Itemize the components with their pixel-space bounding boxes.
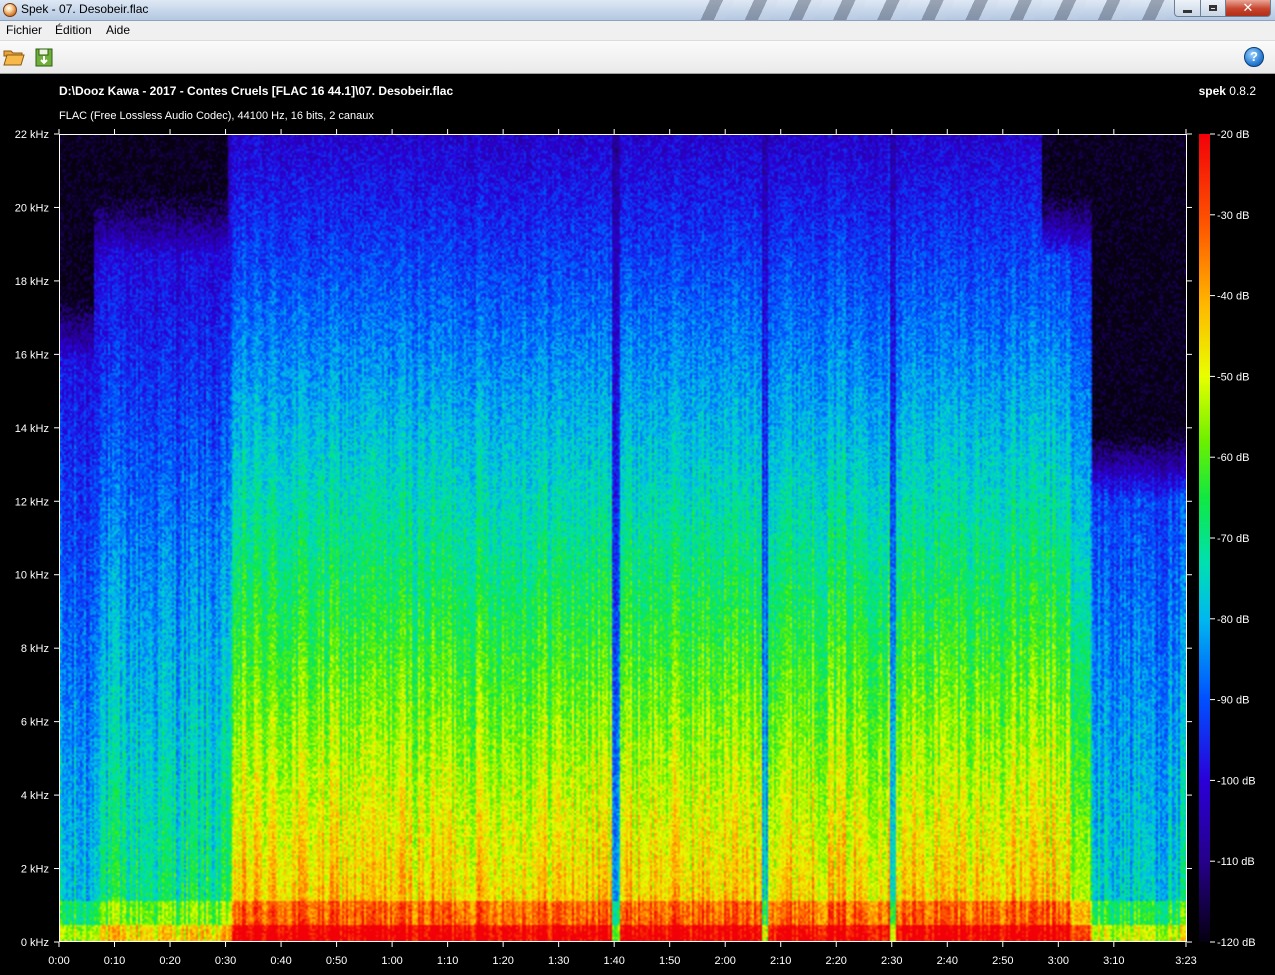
spectrogram-heatmap	[60, 135, 1186, 941]
spek-app-icon[interactable]	[3, 3, 17, 17]
save-image-icon	[35, 48, 53, 67]
title-bar-decoration	[690, 0, 1170, 20]
window-title: Spek - 07. Desobeir.flac	[21, 2, 149, 16]
help-button[interactable]: ?	[1244, 47, 1264, 67]
menu-bar: Fichier Édition Aide	[0, 21, 1275, 41]
codec-info-label: FLAC (Free Lossless Audio Codec), 44100 …	[59, 110, 374, 122]
help-icon: ?	[1250, 49, 1258, 64]
brand-name: spek	[1198, 84, 1226, 98]
save-image-button[interactable]	[33, 46, 55, 68]
open-file-button[interactable]	[3, 46, 25, 68]
close-icon: ✕	[1242, 0, 1254, 16]
spectrogram-plot	[59, 134, 1187, 942]
title-bar: Spek - 07. Desobeir.flac ✕	[0, 0, 1275, 21]
maximize-button[interactable]	[1200, 0, 1226, 17]
brand-version: 0.8.2	[1229, 84, 1256, 98]
maximize-icon	[1209, 5, 1217, 11]
folder-open-icon	[3, 50, 25, 66]
minimize-button[interactable]	[1174, 0, 1201, 17]
minimize-icon	[1183, 9, 1192, 13]
menu-fichier[interactable]: Fichier	[6, 23, 42, 37]
file-path-label: D:\Dooz Kawa - 2017 - Contes Cruels [FLA…	[59, 84, 454, 98]
close-button[interactable]: ✕	[1225, 0, 1271, 17]
toolbar: ?	[0, 41, 1275, 74]
menu-aide[interactable]: Aide	[106, 23, 130, 37]
db-colorbar	[1199, 134, 1210, 942]
menu-edition[interactable]: Édition	[55, 23, 92, 37]
spek-brand: spek 0.8.2	[1199, 84, 1256, 98]
